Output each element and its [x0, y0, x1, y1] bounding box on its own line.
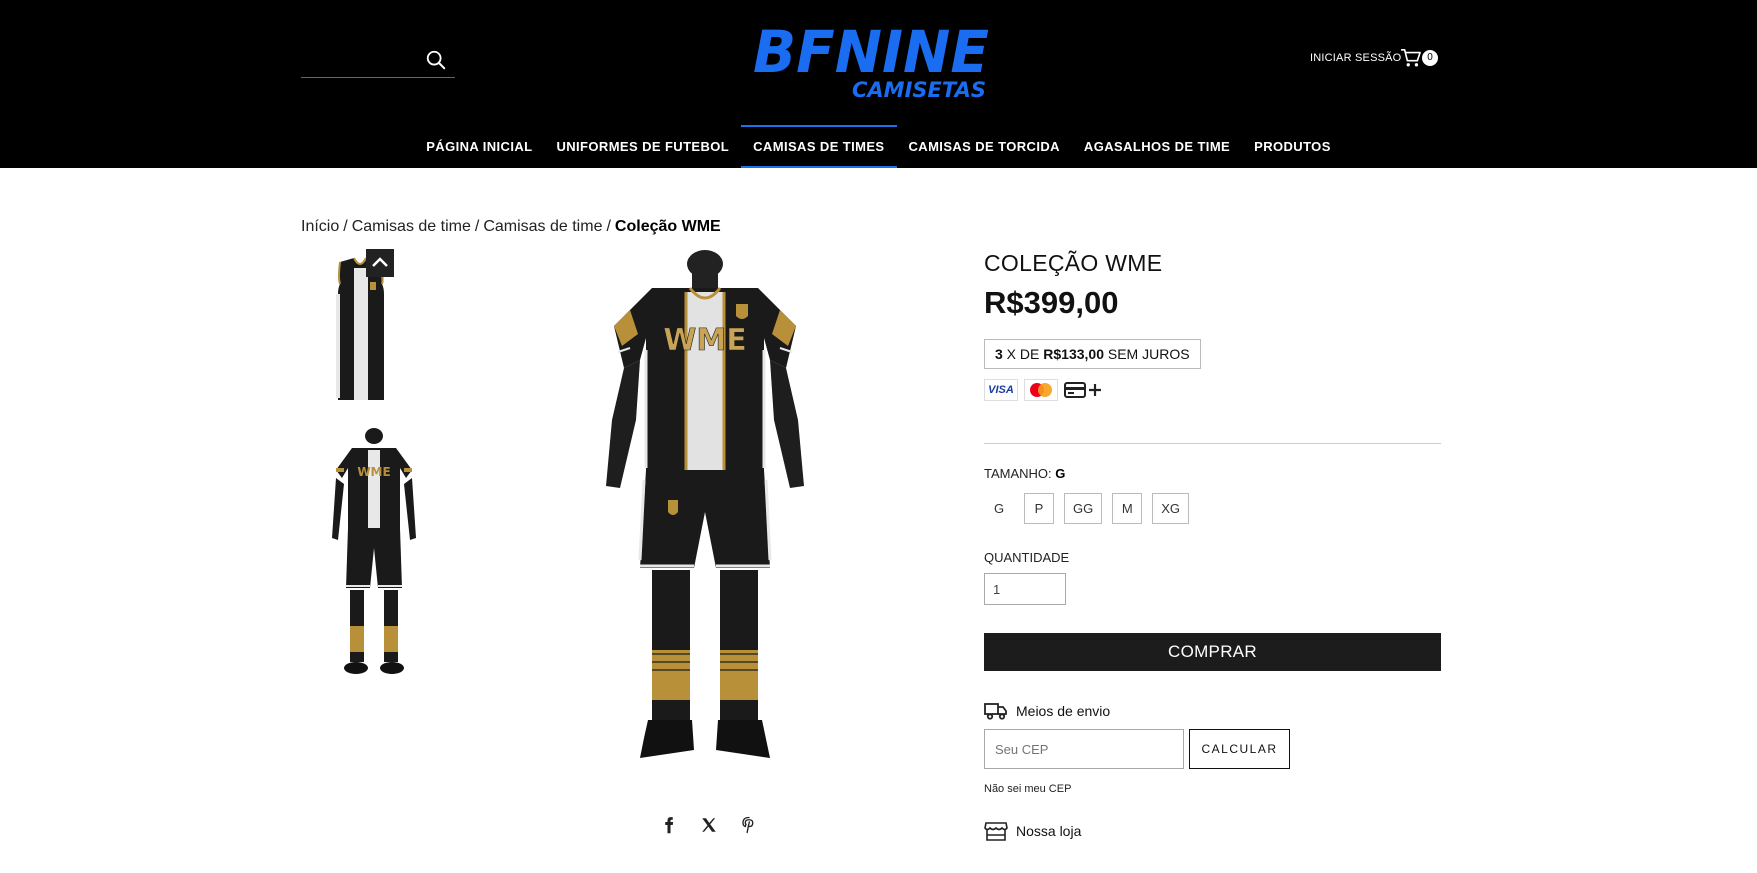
jersey-wme-text: WME	[663, 323, 746, 358]
product-price: R$399,00	[984, 285, 1119, 320]
breadcrumb-separator: /	[474, 218, 480, 235]
size-option-m[interactable]: M	[1112, 493, 1143, 524]
chevron-up-icon	[372, 257, 388, 267]
nav-item-produtos[interactable]: PRODUTOS	[1242, 125, 1343, 168]
nav-item-agasalhos[interactable]: AGASALHOS DE TIME	[1072, 125, 1242, 168]
shipping-header: Meios de envio	[984, 701, 1441, 721]
breadcrumb-link-inicio[interactable]: Início	[301, 218, 339, 235]
breadcrumb-separator: /	[343, 218, 348, 235]
logo-text-main: BFNINE	[753, 22, 989, 86]
breadcrumb-link-camisas-2[interactable]: Camisas de time	[483, 218, 602, 235]
main-product-image[interactable]: WME	[560, 250, 850, 790]
store-icon	[984, 822, 1008, 841]
buy-button[interactable]: COMPRAR	[984, 633, 1441, 671]
brand-logo[interactable]: BFNINE CAMISETAS	[750, 22, 992, 100]
main-nav: PÁGINA INICIAL UNIFORMES DE FUTEBOL CAMI…	[0, 125, 1757, 168]
installments-middle: X DE	[1002, 346, 1044, 362]
search-input[interactable]	[301, 42, 421, 76]
breadcrumb: Início / Camisas de time / Camisas de time / C…	[301, 218, 721, 236]
breadcrumb-link-camisas[interactable]: Camisas de time	[352, 218, 471, 235]
calculate-shipping-button[interactable]: CALCULAR	[1189, 729, 1290, 769]
card-icon	[1064, 382, 1086, 398]
logo-text-sub: CAMISETAS	[852, 78, 986, 100]
nav-item-pagina-inicial[interactable]: PÁGINA INICIAL	[414, 125, 544, 168]
store-label: Nossa loja	[1016, 823, 1082, 839]
breadcrumb-separator: /	[606, 218, 611, 235]
shipping-label: Meios de envio	[1016, 703, 1111, 719]
size-option-xg[interactable]: XG	[1152, 493, 1190, 524]
payment-methods[interactable]: VISA	[984, 379, 1441, 401]
truck-icon	[984, 703, 1007, 720]
store-header: Nossa loja	[984, 821, 1441, 841]
thumb-jersey-text: WME	[357, 465, 390, 479]
quantity-input[interactable]	[984, 573, 1066, 605]
cart-button[interactable]: 0	[1400, 46, 1442, 72]
size-label-text: TAMANHO:	[984, 466, 1056, 481]
share-buttons	[660, 816, 758, 834]
size-option-gg[interactable]: GG	[1064, 493, 1103, 524]
nav-item-camisas-de-times[interactable]: CAMISAS DE TIMES	[741, 125, 897, 168]
x-icon[interactable]	[700, 816, 718, 834]
mastercard-icon	[1024, 379, 1058, 401]
quantity-label: QUANTIDADE	[984, 550, 1070, 565]
thumbnail-full-kit[interactable]: WME	[320, 428, 440, 678]
site-header: BFNINE CAMISETAS INICIAR SESSÃO 0 PÁGINA…	[0, 0, 1757, 168]
product-title: COLEÇÃO WME	[984, 250, 1163, 276]
nav-item-uniformes[interactable]: UNIFORMES DE FUTEBOL	[544, 125, 741, 168]
size-option-p[interactable]: P	[1024, 493, 1054, 524]
search-icon[interactable]	[425, 49, 447, 71]
size-selected-value: G	[1055, 466, 1066, 481]
search-box	[301, 42, 455, 78]
plus-icon	[1089, 384, 1101, 396]
login-link[interactable]: INICIAR SESSÃO	[1310, 52, 1401, 64]
visa-icon: VISA	[984, 379, 1018, 401]
size-options: G P GG M XG	[984, 493, 1441, 524]
product-info: COLEÇÃO WME R$399,00 3 X DE R$133,00 SEM…	[984, 250, 1441, 841]
installments-suffix: SEM JUROS	[1103, 346, 1190, 362]
size-option-g[interactable]: G	[984, 493, 1014, 524]
installments-count: 3	[995, 346, 1003, 362]
installments-value: R$133,00	[1043, 346, 1104, 362]
no-cep-link[interactable]: Não sei meu CEP	[984, 783, 1441, 795]
size-label: TAMANHO: G	[984, 466, 1441, 481]
installments-box[interactable]: 3 X DE R$133,00 SEM JUROS	[984, 339, 1201, 369]
breadcrumb-current: Coleção WME	[614, 218, 721, 235]
divider	[984, 443, 1441, 444]
thumbnail-scroll-up-button[interactable]	[366, 249, 394, 277]
facebook-icon[interactable]	[660, 816, 678, 834]
nav-item-camisas-de-torcida[interactable]: CAMISAS DE TORCIDA	[897, 125, 1072, 168]
cep-input[interactable]	[984, 729, 1184, 769]
pinterest-icon[interactable]	[740, 816, 758, 834]
visa-text: VISA	[988, 384, 1014, 396]
cep-form: CALCULAR	[984, 729, 1441, 769]
cart-icon	[1401, 49, 1421, 67]
cart-count-badge: 0	[1422, 50, 1438, 66]
